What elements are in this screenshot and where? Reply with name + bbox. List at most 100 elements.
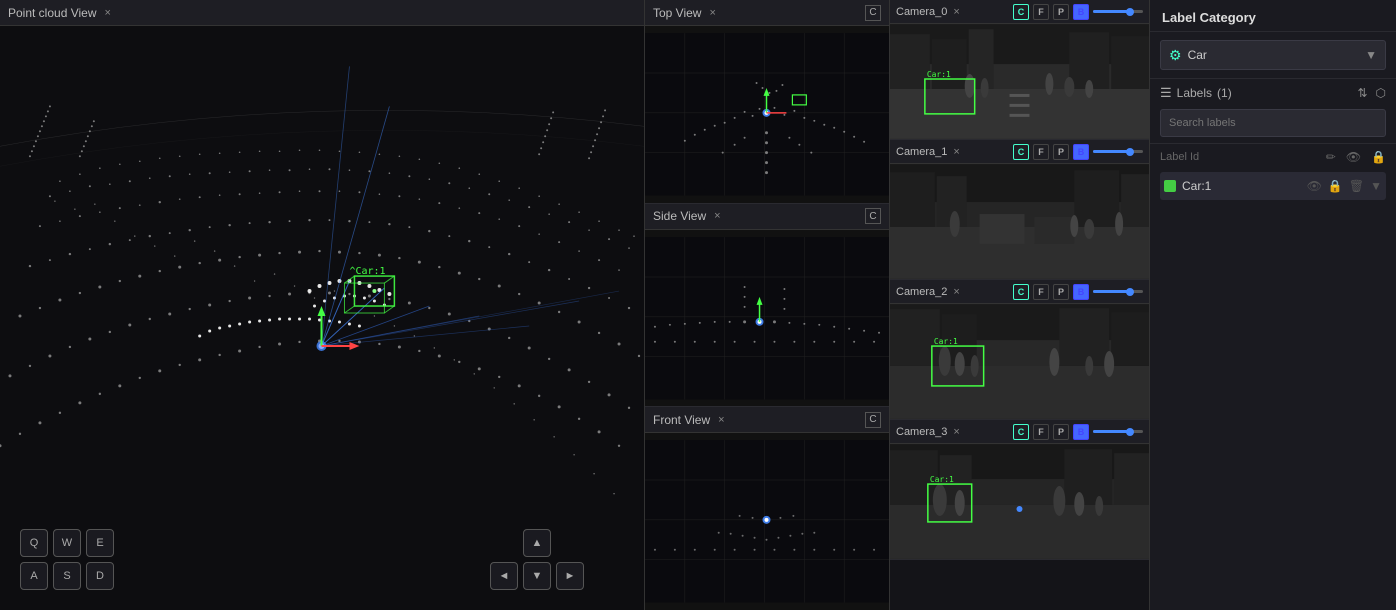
arrow-up-key[interactable]: ▲ <box>523 529 551 557</box>
top-view-svg <box>645 26 889 203</box>
camera-0-slider[interactable] <box>1093 10 1143 13</box>
label-color-indicator <box>1164 180 1176 192</box>
camera-1-close[interactable]: × <box>953 146 959 158</box>
label-table: Label Id ✏ 👁 🔒 Car:1 👁 🔒 🗑 ▼ <box>1150 144 1396 206</box>
top-view-content[interactable] <box>645 26 889 203</box>
camera-1-btn-p[interactable]: P <box>1053 144 1069 160</box>
camera-0-panel: Camera_0 × C F P B <box>890 0 1149 140</box>
lock-icon[interactable]: 🔒 <box>1328 179 1343 193</box>
camera-2-panel: Camera_2 × C F P B <box>890 280 1149 420</box>
arrow-mid-row: ◄ ▼ ► <box>490 562 584 590</box>
top-view-title: Top View <box>653 6 701 20</box>
side-view-svg <box>645 230 889 407</box>
camera-0-btn-f[interactable]: F <box>1033 4 1049 20</box>
category-dropdown[interactable]: ⚙ Car ▼ <box>1160 40 1386 70</box>
front-view-header: Front View × C <box>645 407 889 433</box>
visibility-icon-header: 👁 <box>1346 150 1361 164</box>
more-icon[interactable]: ▼ <box>1370 179 1382 193</box>
navigation-keys: Q W E A S D <box>20 529 114 590</box>
camera-3-btn-f[interactable]: F <box>1033 424 1049 440</box>
camera-3-title: Camera_3 <box>896 426 947 438</box>
camera-2-header: Camera_2 × C F P B <box>890 280 1149 304</box>
label-row[interactable]: Car:1 👁 🔒 🗑 ▼ <box>1160 172 1386 200</box>
col-header-icons: ✏ 👁 🔒 <box>1326 150 1386 164</box>
key-q[interactable]: Q <box>20 529 48 557</box>
camera-3-slider[interactable] <box>1093 430 1143 433</box>
camera-2-close[interactable]: × <box>953 286 959 298</box>
label-panel: Label Category ⚙ Car ▼ ☰ Labels (1) ⇅ ⬡ <box>1150 0 1396 610</box>
key-w[interactable]: W <box>53 529 81 557</box>
camera-1-btn-c[interactable]: C <box>1013 144 1029 160</box>
lock-icon-header: 🔒 <box>1371 150 1386 164</box>
side-view-close[interactable]: × <box>714 210 720 222</box>
camera-0-title: Camera_0 <box>896 6 947 18</box>
camera-2-btn-p[interactable]: P <box>1053 284 1069 300</box>
point-cloud-close[interactable]: × <box>105 7 111 19</box>
top-view-close[interactable]: × <box>709 7 715 19</box>
camera-2-btn-c[interactable]: C <box>1013 284 1029 300</box>
point-cloud-svg: ^Car:1 <box>0 26 644 610</box>
category-value: Car <box>1188 48 1207 62</box>
top-view-header: Top View × C <box>645 0 889 26</box>
camera-1-image <box>890 164 1149 279</box>
camera-3-btn-p[interactable]: P <box>1053 424 1069 440</box>
key-e[interactable]: E <box>86 529 114 557</box>
camera-3-btn-c[interactable]: C <box>1013 424 1029 440</box>
camera-1-btn-f[interactable]: F <box>1033 144 1049 160</box>
visibility-off-icon[interactable]: 👁 <box>1307 179 1322 193</box>
arrow-up-row: ▲ <box>523 529 551 557</box>
camera-2-btn-f[interactable]: F <box>1033 284 1049 300</box>
sort-icon[interactable]: ⇅ <box>1357 86 1367 100</box>
camera-0-close[interactable]: × <box>953 6 959 18</box>
label-category-section: ⚙ Car ▼ <box>1150 32 1396 79</box>
search-input[interactable] <box>1169 117 1377 129</box>
camera-2-image: Car:1 <box>890 304 1149 419</box>
labels-actions: ⇅ ⬡ <box>1357 86 1386 100</box>
search-box <box>1160 109 1386 137</box>
camera-3-btn-b[interactable]: B <box>1073 424 1089 440</box>
camera-3-svg: Car:1 <box>890 444 1149 559</box>
key-s[interactable]: S <box>53 562 81 590</box>
filter-icon[interactable]: ⬡ <box>1376 86 1386 100</box>
arrow-right-key[interactable]: ► <box>556 562 584 590</box>
arrow-left-key[interactable]: ◄ <box>490 562 518 590</box>
side-view-panel: Side View × C <box>645 204 889 408</box>
front-view-content[interactable] <box>645 433 889 610</box>
arrow-keys: ▲ ◄ ▼ ► <box>490 529 584 590</box>
camera-2-title: Camera_2 <box>896 286 947 298</box>
front-view-close[interactable]: × <box>718 414 724 426</box>
point-cloud-viewport[interactable]: ^Car:1 Q W E A S D ▲ ◄ ▼ <box>0 26 644 610</box>
edit-icon-header: ✏ <box>1326 150 1336 164</box>
camera-0-svg: Car:1 <box>890 24 1149 139</box>
camera-3-header: Camera_3 × C F P B <box>890 420 1149 444</box>
delete-icon[interactable]: 🗑 <box>1349 179 1364 193</box>
side-view-content[interactable] <box>645 230 889 407</box>
key-d[interactable]: D <box>86 562 114 590</box>
svg-text:Car:1: Car:1 <box>927 70 951 79</box>
side-view-icon-btn[interactable]: C <box>865 208 881 224</box>
camera-1-slider[interactable] <box>1093 150 1143 153</box>
camera-0-btn-c[interactable]: C <box>1013 4 1029 20</box>
camera-3-close[interactable]: × <box>953 426 959 438</box>
camera-0-btn-b[interactable]: B <box>1073 4 1089 20</box>
list-icon: ☰ <box>1160 85 1172 101</box>
camera-2-svg: Car:1 <box>890 304 1149 419</box>
top-view-icon-btn[interactable]: C <box>865 5 881 21</box>
camera-2-slider[interactable] <box>1093 290 1143 293</box>
camera-0-btn-p[interactable]: P <box>1053 4 1069 20</box>
camera-3-image: Car:1 <box>890 444 1149 559</box>
arrow-down-key[interactable]: ▼ <box>523 562 551 590</box>
camera-2-btn-b[interactable]: B <box>1073 284 1089 300</box>
labels-header: ☰ Labels (1) ⇅ ⬡ <box>1160 85 1386 101</box>
point-cloud-header: Point cloud View × <box>0 0 644 26</box>
camera-1-btn-b[interactable]: B <box>1073 144 1089 160</box>
camera-strip: Camera_0 × C F P B <box>890 0 1150 610</box>
key-a[interactable]: A <box>20 562 48 590</box>
camera-1-svg <box>890 164 1149 279</box>
front-view-panel: Front View × C <box>645 407 889 610</box>
label-panel-header: Label Category <box>1150 0 1396 32</box>
front-view-icon-btn[interactable]: C <box>865 412 881 428</box>
camera-1-title: Camera_1 <box>896 146 947 158</box>
camera-1-header: Camera_1 × C F P B <box>890 140 1149 164</box>
label-category-title: Label Category <box>1162 10 1256 25</box>
